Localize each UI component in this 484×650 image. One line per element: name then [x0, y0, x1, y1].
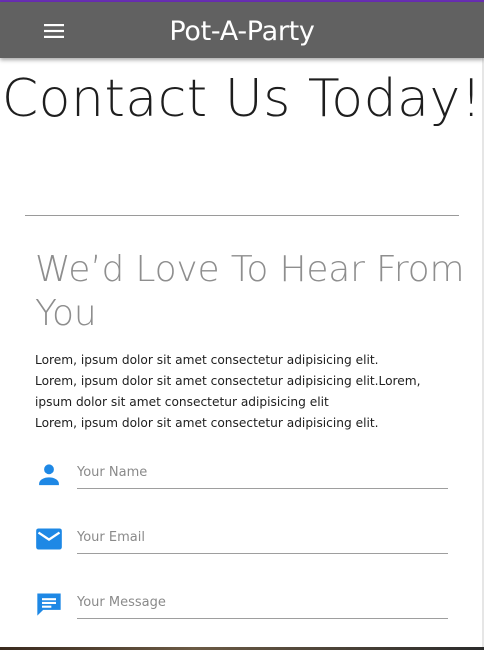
email-field: [35, 521, 448, 565]
person-icon: [39, 464, 59, 486]
intro-paragraph: Lorem, ipsum dolor sit amet consectetur …: [35, 374, 421, 409]
page-title: Contact Us Today!: [1, 69, 483, 129]
section-heading: We’d Love To Hear From You: [35, 249, 465, 334]
intro-text: Lorem, ipsum dolor sit amet consectetur …: [35, 350, 455, 434]
intro-paragraph: Lorem, ipsum dolor sit amet consectetur …: [35, 353, 379, 367]
app-title: Pot-A-Party: [169, 16, 315, 47]
email-input[interactable]: [77, 521, 448, 554]
name-field: [35, 456, 448, 500]
message-field: [35, 586, 448, 630]
app-bar: Pot-A-Party: [0, 2, 484, 58]
name-input[interactable]: [77, 456, 448, 489]
section-divider: [25, 215, 459, 216]
email-icon: [36, 528, 62, 550]
intro-paragraph: Lorem, ipsum dolor sit amet consectetur …: [35, 416, 379, 430]
message-icon: [37, 593, 61, 616]
message-input[interactable]: [77, 586, 448, 619]
